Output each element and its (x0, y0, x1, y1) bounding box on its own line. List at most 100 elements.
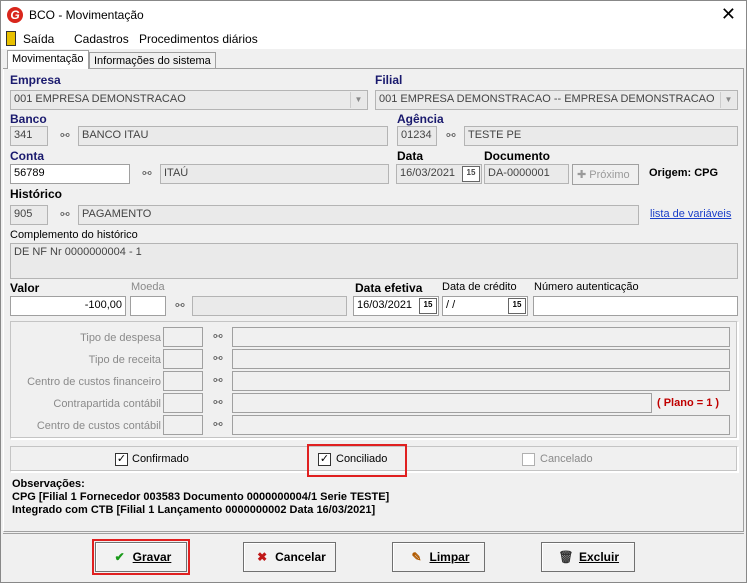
chevron-down-icon: ▼ (720, 92, 736, 108)
origem-label: Origem: CPG (649, 167, 719, 179)
data-credito-value: / / (446, 299, 456, 311)
observacoes-line1: CPG [Filial 1 Fornecedor 003583 Document… (12, 491, 390, 503)
tipo-despesa-code-field[interactable] (163, 327, 203, 347)
chevron-down-icon: ▼ (350, 92, 366, 108)
x-icon: ✖ (257, 550, 268, 564)
conta-name-field: ITAÚ (160, 164, 389, 184)
complemento-label: Complemento do histórico (10, 229, 138, 241)
filial-value: 001 EMPRESA DEMONSTRACAO -- EMPRESA DEMO… (379, 93, 715, 105)
moeda-label: Moeda (131, 281, 165, 293)
data-credito-label: Data de crédito (442, 281, 517, 293)
agencia-code-field[interactable]: 01234 (397, 126, 437, 146)
data-credito-field[interactable]: / / 15 (442, 296, 528, 316)
banco-search-icon[interactable]: ⚯ (54, 126, 76, 146)
tipo-despesa-search-icon[interactable]: ⚯ (207, 327, 229, 347)
agencia-search-icon[interactable]: ⚯ (440, 126, 462, 146)
conciliado-highlight (307, 444, 407, 477)
numero-autenticacao-label: Número autenticação (534, 281, 639, 293)
window-title: BCO - Movimentação (29, 8, 144, 22)
tipo-receita-search-icon[interactable]: ⚯ (207, 349, 229, 369)
limpar-button[interactable]: ✎ Limpar (392, 542, 485, 572)
excluir-label: Excluir (578, 550, 620, 564)
banco-name-field: BANCO ITAU (78, 126, 388, 146)
complemento-textarea[interactable]: DE NF Nr 0000000004 - 1 (10, 243, 738, 279)
proximo-label: Próximo (589, 169, 630, 181)
menu-saida[interactable]: Saída (23, 32, 54, 46)
menu-procedimentos[interactable]: Procedimentos diários (139, 32, 258, 46)
empresa-select[interactable]: 001 EMPRESA DEMONSTRACAO ▼ (10, 90, 368, 110)
tab-informacoes-sistema[interactable]: Informações do sistema (89, 52, 216, 69)
data-efetiva-value: 16/03/2021 (357, 299, 413, 311)
conta-code-field[interactable]: 56789 (10, 164, 130, 184)
lista-variaveis-link[interactable]: lista de variáveis (650, 208, 731, 220)
centro-custos-contabil-name-field (232, 415, 730, 435)
historico-search-icon[interactable]: ⚯ (54, 205, 76, 225)
tipo-receita-name-field (232, 349, 730, 369)
filial-select[interactable]: 001 EMPRESA DEMONSTRACAO -- EMPRESA DEMO… (375, 90, 738, 110)
calendar-icon[interactable]: 15 (508, 298, 526, 314)
historico-name-field: PAGAMENTO (78, 205, 639, 225)
numero-autenticacao-field[interactable] (533, 296, 738, 316)
contrapartida-contabil-name-field (232, 393, 652, 413)
contrapartida-contabil-label: Contrapartida contábil (53, 398, 161, 410)
banco-code-field[interactable]: 341 (10, 126, 48, 146)
close-icon[interactable]: ✕ (721, 4, 736, 24)
tipo-despesa-label: Tipo de despesa (80, 332, 161, 344)
centro-custos-financeiro-search-icon[interactable]: ⚯ (207, 371, 229, 391)
cancelar-label: Cancelar (275, 550, 326, 564)
empresa-value: 001 EMPRESA DEMONSTRACAO (14, 93, 186, 105)
data-value: 16/03/2021 (400, 167, 456, 179)
calendar-icon[interactable]: 15 (462, 166, 480, 182)
limpar-label: Limpar (429, 550, 470, 564)
agencia-name-field: TESTE PE (464, 126, 738, 146)
conta-search-icon[interactable]: ⚯ (136, 164, 158, 184)
valor-label: Valor (10, 281, 40, 295)
plus-icon: ✚ (577, 169, 590, 181)
data-field[interactable]: 16/03/2021 15 (396, 164, 482, 184)
moeda-search-icon[interactable]: ⚯ (169, 296, 191, 316)
agencia-label: Agência (397, 112, 444, 126)
data-efetiva-label: Data efetiva (355, 281, 423, 295)
historico-label: Histórico (10, 187, 63, 201)
valor-field[interactable]: -100,00 (10, 296, 126, 316)
historico-code-field[interactable]: 905 (10, 205, 48, 225)
moeda-field[interactable] (130, 296, 166, 316)
contrapartida-contabil-search-icon[interactable]: ⚯ (207, 393, 229, 413)
app-logo-icon: G (7, 7, 23, 23)
tab-movimentacao[interactable]: Movimentação (7, 50, 89, 69)
confirmado-label: Confirmado (132, 453, 189, 465)
cancelado-checkbox[interactable] (522, 453, 535, 466)
app-window: G BCO - Movimentação ✕ Saída Cadastros P… (0, 0, 747, 583)
centro-custos-contabil-search-icon[interactable]: ⚯ (207, 415, 229, 435)
plano-label: ( Plano = 1 ) (657, 397, 720, 409)
menu-bar: Saída Cadastros Procedimentos diários (1, 29, 746, 49)
documento-label: Documento (484, 149, 550, 163)
filial-label: Filial (375, 73, 403, 87)
confirmado-checkbox[interactable]: ✓ (115, 453, 128, 466)
tipo-receita-code-field[interactable] (163, 349, 203, 369)
tipo-despesa-name-field (232, 327, 730, 347)
data-label: Data (397, 149, 424, 163)
menu-cadastros[interactable]: Cadastros (74, 32, 129, 46)
observacoes-label: Observações: (12, 478, 85, 490)
centro-custos-contabil-label: Centro de custos contábil (36, 420, 161, 432)
contrapartida-contabil-code-field[interactable] (163, 393, 203, 413)
empresa-label: Empresa (10, 73, 61, 87)
cancelar-button[interactable]: ✖ Cancelar (243, 542, 336, 572)
calendar-icon[interactable]: 15 (419, 298, 437, 314)
broom-icon: ✎ (411, 550, 422, 564)
centro-custos-contabil-code-field[interactable] (163, 415, 203, 435)
centro-custos-financeiro-code-field[interactable] (163, 371, 203, 391)
footer-divider (3, 533, 744, 534)
centro-custos-financeiro-label: Centro de custos financeiro (27, 376, 161, 388)
trash-icon: 🗑 (558, 550, 574, 564)
excluir-button[interactable]: 🗑 Excluir (541, 542, 635, 572)
banco-label: Banco (10, 112, 47, 126)
data-efetiva-field[interactable]: 16/03/2021 15 (353, 296, 439, 316)
title-bar: G BCO - Movimentação ✕ (1, 1, 746, 29)
conta-label: Conta (10, 149, 44, 163)
complemento-value: DE NF Nr 0000000004 - 1 (14, 246, 142, 258)
moeda-name-field (192, 296, 347, 316)
proximo-button[interactable]: ✚ Próximo (572, 164, 639, 185)
documento-field[interactable]: DA-0000001 (484, 164, 569, 184)
